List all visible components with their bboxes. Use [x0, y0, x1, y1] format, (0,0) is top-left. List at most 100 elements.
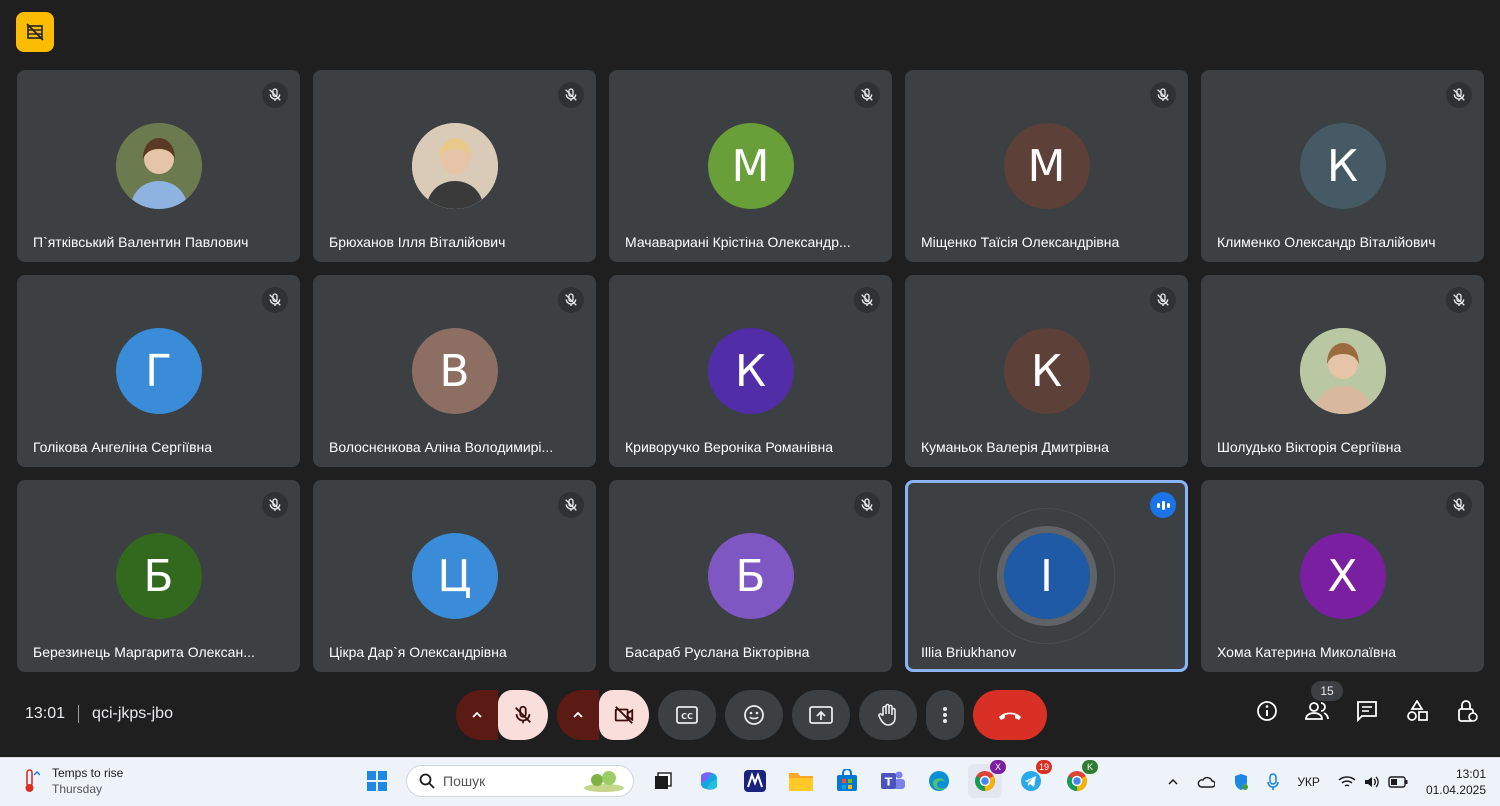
raise-hand-button[interactable]: [859, 690, 917, 740]
chrome-app-2[interactable]: K: [1060, 760, 1098, 798]
end-call-icon: [999, 712, 1021, 720]
taskbar-search[interactable]: Пошук: [406, 765, 634, 797]
people-icon: [1305, 702, 1329, 720]
profile-photo: [115, 123, 202, 209]
participant-tile[interactable]: Шолудько Вікторія Сергіївна: [1201, 275, 1484, 467]
meeting-info-button[interactable]: [1254, 698, 1280, 724]
security-shield-icon[interactable]: [1233, 773, 1249, 791]
clock-time: 13:01: [1455, 767, 1486, 781]
mic-off-icon: [269, 498, 281, 511]
meeting-time: 13:01: [25, 705, 66, 722]
camera-toggle-button[interactable]: [599, 690, 649, 740]
avatar: М: [1003, 123, 1090, 209]
participant-tile[interactable]: К Куманьок Валерія Дмитрівна: [905, 275, 1188, 467]
participant-tile[interactable]: Брюханов Ілля Віталійович: [313, 70, 596, 262]
chevron-up-icon: [472, 711, 482, 718]
profile-photo: [411, 123, 498, 209]
participant-name: Illia Briukhanov: [921, 644, 1016, 660]
meeting-code: qci-jkps-jbo: [92, 705, 173, 722]
muted-indicator: [1446, 82, 1472, 108]
participant-tile[interactable]: К Клименко Олександр Віталійович: [1201, 70, 1484, 262]
chrome-app-1[interactable]: X: [968, 760, 1006, 798]
teams-icon: T: [881, 771, 905, 789]
windows-taskbar: Temps to rise Thursday Пошук T X 19 K УК…: [0, 757, 1500, 806]
participant-name: Мачавариані Крістіна Олександр...: [625, 234, 851, 250]
avatar: К: [1003, 328, 1090, 414]
mic-off-icon: [269, 88, 281, 101]
mic-off-icon: [515, 705, 531, 724]
weather-widget[interactable]: Temps to rise Thursday: [20, 766, 123, 796]
avatar: Б: [707, 533, 794, 619]
participant-tile[interactable]: I Illia Briukhanov: [905, 480, 1188, 672]
participant-tile[interactable]: М Міщенко Таїсія Олександрівна: [905, 70, 1188, 262]
more-options-button[interactable]: [926, 690, 964, 740]
participant-tile[interactable]: В Волоснєнкова Аліна Володимирі...: [313, 275, 596, 467]
muted-indicator: [262, 82, 288, 108]
participant-tile[interactable]: Ц Цікра Дар`я Олександрівна: [313, 480, 596, 672]
mic-off-icon: [861, 498, 873, 511]
notes-app[interactable]: [738, 764, 772, 798]
avatar-initial: Х: [1327, 550, 1358, 602]
copilot-app[interactable]: [692, 764, 726, 798]
avatar: М: [707, 123, 794, 209]
leave-call-button[interactable]: [973, 690, 1047, 740]
call-controls: CC: [456, 690, 1047, 740]
avatar-initial: К: [734, 345, 767, 397]
participant-name: Хома Катерина Миколаївна: [1217, 644, 1396, 660]
video-options-button[interactable]: [557, 690, 599, 740]
participant-tile[interactable]: Г Голікова Ангеліна Сергіївна: [17, 275, 300, 467]
participant-tile[interactable]: Б Березинець Маргарита Олексан...: [17, 480, 300, 672]
avatar: Х: [1299, 533, 1386, 619]
task-view-button[interactable]: [646, 764, 680, 798]
people-button[interactable]: [1304, 698, 1330, 724]
participant-tile[interactable]: Б Басараб Руслана Вікторівна: [609, 480, 892, 672]
meeting-details: 13:01 qci-jkps-jbo: [25, 705, 173, 723]
taskbar-clock[interactable]: 13:01 01.04.2025: [1426, 766, 1486, 798]
mic-toggle-button[interactable]: [498, 690, 548, 740]
teams-app[interactable]: T: [876, 764, 910, 798]
participant-tile[interactable]: Х Хома Катерина Миколаївна: [1201, 480, 1484, 672]
host-controls-button[interactable]: [1454, 698, 1480, 724]
participant-name: Волоснєнкова Аліна Володимирі...: [329, 439, 554, 455]
avatar: К: [707, 328, 794, 414]
participant-name: Куманьок Валерія Дмитрівна: [921, 439, 1109, 455]
show-hidden-icons-icon[interactable]: [1167, 776, 1179, 788]
mic-off-icon: [861, 293, 873, 306]
participant-tile[interactable]: М Мачавариані Крістіна Олександр...: [609, 70, 892, 262]
muted-indicator: [854, 82, 880, 108]
present-button[interactable]: [792, 690, 850, 740]
captions-button[interactable]: CC: [658, 690, 716, 740]
hidden-tiles-badge[interactable]: [16, 12, 54, 52]
host-controls-icon: [1458, 700, 1478, 722]
quick-settings[interactable]: [1338, 775, 1408, 789]
microphone-icon[interactable]: [1267, 773, 1280, 791]
participant-tile[interactable]: П`ятківський Валентин Павлович: [17, 70, 300, 262]
telegram-unread-badge: 19: [1035, 760, 1052, 774]
edge-app[interactable]: [922, 764, 956, 798]
mic-off-icon: [269, 293, 281, 306]
start-button[interactable]: [360, 764, 394, 798]
file-explorer-app[interactable]: [784, 764, 818, 798]
participant-name: П`ятківський Валентин Павлович: [33, 234, 249, 250]
store-app[interactable]: [830, 764, 864, 798]
participant-grid: П`ятківський Валентин Павлович Брюханов І…: [17, 70, 1484, 673]
divider: [78, 705, 80, 723]
onedrive-icon[interactable]: [1197, 775, 1216, 789]
battery-icon: [1388, 776, 1408, 788]
activities-button[interactable]: [1404, 698, 1430, 724]
clock-date: 01.04.2025: [1425, 783, 1486, 797]
keyboard-language[interactable]: УКР: [1297, 775, 1320, 789]
chevron-up-icon: [573, 711, 583, 718]
reactions-button[interactable]: [725, 690, 783, 740]
mic-off-icon: [1453, 498, 1465, 511]
windows-logo-icon: [367, 771, 387, 791]
audio-options-button[interactable]: [456, 690, 498, 740]
muted-indicator: [854, 492, 880, 518]
telegram-app[interactable]: 19: [1014, 760, 1052, 798]
participant-tile[interactable]: К Криворучко Вероніка Романівна: [609, 275, 892, 467]
chat-button[interactable]: [1354, 698, 1380, 724]
avatar-initial: К: [1326, 140, 1359, 192]
muted-indicator: [558, 492, 584, 518]
side-panel-buttons: [1254, 698, 1480, 724]
camera-off-icon: [614, 706, 634, 724]
